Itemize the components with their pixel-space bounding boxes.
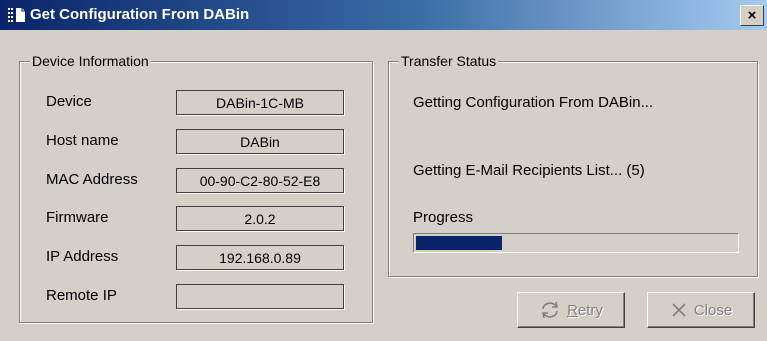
remote-ip-label: Remote IP [46, 287, 117, 304]
status-line-configuration: Getting Configuration From DABin... [413, 94, 654, 111]
progress-bar [413, 233, 739, 253]
close-icon: × [747, 7, 757, 24]
retry-button[interactable]: Retry [517, 292, 625, 328]
ip-address-value: 192.168.0.89 [176, 245, 344, 270]
device-label: Device [46, 93, 92, 110]
close-x-icon [672, 303, 686, 317]
device-value: DABin-1C-MB [176, 90, 344, 115]
mac-address-label: MAC Address [46, 171, 138, 188]
title-bar[interactable]: Get Configuration From DABin × [0, 0, 767, 30]
window-title: Get Configuration From DABin [30, 6, 250, 23]
remote-ip-value [176, 284, 344, 309]
retry-icon [542, 301, 559, 319]
close-button-label: Close [693, 301, 733, 319]
progress-bar-fill [416, 236, 502, 250]
firmware-value: 2.0.2 [176, 206, 344, 231]
ip-address-label: IP Address [46, 248, 119, 265]
mac-address-value: 00-90-C2-80-52-E8 [176, 168, 344, 193]
title-close-button[interactable]: × [740, 5, 764, 26]
retry-button-label: Retry [567, 301, 603, 319]
dialog-window: Get Configuration From DABin × Device In… [0, 0, 767, 341]
status-line-recipients: Getting E-Mail Recipients List... (5) [413, 162, 645, 179]
firmware-label: Firmware [46, 209, 109, 226]
host-name-value: DABin [176, 129, 344, 154]
app-icon [8, 8, 25, 22]
transfer-status-title: Transfer Status [399, 53, 499, 69]
close-button[interactable]: Close [647, 292, 755, 328]
device-information-title: Device Information [30, 53, 151, 69]
host-name-label: Host name [46, 132, 119, 149]
progress-label: Progress [413, 209, 474, 226]
